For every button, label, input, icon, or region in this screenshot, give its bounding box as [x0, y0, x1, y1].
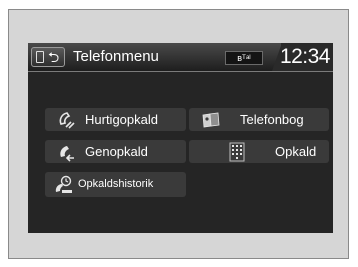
redial-button[interactable]: Genopkald	[45, 140, 186, 163]
dial-label: Opkald	[275, 144, 317, 159]
return-arrow-icon: ⮌	[48, 49, 60, 65]
clock-box: 12:34	[279, 43, 333, 71]
keypad-icon	[229, 142, 245, 162]
redial-label: Genopkald	[85, 144, 148, 159]
speed-dial-label: Hurtigopkald	[85, 112, 158, 127]
status-bar: ⮌ Telefonmenu ʙᵀᵃˡ 12:34	[28, 43, 333, 72]
speed-dial-button[interactable]: Hurtigopkald	[45, 108, 186, 131]
call-history-label: Opkaldshistorik	[78, 178, 154, 190]
phonebook-button[interactable]: Telefonbog	[189, 108, 329, 131]
clock: 12:34	[279, 45, 331, 68]
speed-dial-icon	[59, 112, 75, 129]
dial-button[interactable]: Opkald	[189, 140, 329, 163]
redial-icon	[60, 146, 74, 162]
phonebook-label: Telefonbog	[240, 112, 304, 127]
page-title: Telefonmenu	[73, 48, 159, 65]
back-button[interactable]: ⮌	[31, 47, 65, 67]
bluetooth-signal-indicator: ʙᵀᵃˡ	[225, 51, 263, 65]
call-history-icon	[55, 175, 72, 193]
phonebook-icon	[202, 112, 220, 128]
phone-icon	[36, 51, 44, 63]
call-history-button[interactable]: Opkaldshistorik	[45, 172, 186, 197]
phone-menu-screen: ⮌ Telefonmenu ʙᵀᵃˡ 12:34 Hurtigopkald Te…	[28, 43, 333, 233]
